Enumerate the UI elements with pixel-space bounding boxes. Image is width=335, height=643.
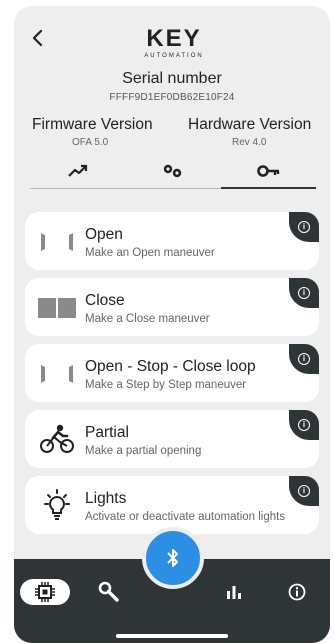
- lights-action-title: Lights: [85, 490, 127, 507]
- trend-up-icon: [67, 164, 87, 177]
- partial-action-subtitle: Make a partial opening: [85, 445, 202, 457]
- open-action-card[interactable]: Open Make an Open maneuver i: [25, 212, 319, 270]
- nav-statistics[interactable]: [222, 579, 246, 605]
- bluetooth-button[interactable]: [142, 527, 204, 589]
- serial-number-value: FFFF9D1EF0DB62E10F24: [109, 92, 235, 103]
- close-info-button[interactable]: i: [289, 278, 319, 308]
- open-gate-icon: [37, 224, 77, 258]
- open-info-button[interactable]: i: [289, 212, 319, 242]
- svg-text:AUTOMATION: AUTOMATION: [144, 53, 203, 59]
- step-info-button[interactable]: i: [289, 344, 319, 374]
- open-action-subtitle: Make an Open maneuver: [85, 247, 215, 259]
- gears-icon: [163, 164, 181, 178]
- home-indicator[interactable]: [116, 634, 228, 638]
- lights-action-subtitle: Activate or deactivate automation lights: [85, 511, 286, 523]
- hardware-version-label: Hardware Version: [188, 116, 312, 133]
- lights-info-button[interactable]: i: [289, 476, 319, 506]
- section-tabs: [30, 154, 316, 190]
- firmware-version-value: OFA 5.0: [72, 137, 109, 148]
- lights-action-card[interactable]: Lights Activate or deactivate automation…: [25, 476, 319, 534]
- tab-statistics[interactable]: [30, 154, 125, 188]
- nav-info[interactable]: [284, 579, 310, 605]
- info-icon: i: [298, 287, 310, 299]
- lightbulb-icon: [37, 488, 77, 522]
- key-automation-logo: KEY AUTOMATION: [134, 22, 214, 62]
- close-action-title: Close: [85, 292, 125, 309]
- partial-action-card[interactable]: Partial Make a partial opening i: [25, 410, 319, 468]
- nav-maintenance[interactable]: [92, 579, 126, 605]
- tab-settings[interactable]: [125, 154, 220, 188]
- close-action-subtitle: Make a Close maneuver: [85, 313, 210, 325]
- step-action-card[interactable]: Open - Stop - Close loop Make a Step by …: [25, 344, 319, 402]
- app-screen: KEY AUTOMATION Serial number FFFF9D1EF0D…: [14, 6, 330, 643]
- hardware-version-value: Rev 4.0: [232, 137, 267, 148]
- info-icon: i: [298, 419, 310, 431]
- open-action-title: Open: [85, 226, 123, 243]
- info-icon: i: [298, 353, 310, 365]
- cyclist-icon: [37, 422, 77, 456]
- tab-commands[interactable]: [221, 154, 316, 188]
- nav-device[interactable]: [20, 579, 70, 605]
- active-tab-indicator: [221, 187, 316, 189]
- key-icon: [256, 165, 279, 177]
- close-gate-icon: [37, 290, 77, 324]
- svg-text:KEY: KEY: [146, 25, 201, 52]
- info-icon: [288, 583, 306, 601]
- serial-number-label: Serial number: [122, 70, 222, 87]
- partial-action-title: Partial: [85, 424, 129, 441]
- step-gate-icon: [37, 356, 77, 390]
- info-icon: i: [298, 485, 310, 497]
- wrench-icon: [98, 581, 119, 602]
- partial-info-button[interactable]: i: [289, 410, 319, 440]
- info-icon: i: [298, 221, 310, 233]
- bluetooth-icon: [167, 549, 178, 567]
- bar-chart-icon: [227, 586, 241, 599]
- step-action-title: Open - Stop - Close loop: [85, 358, 256, 375]
- back-chevron-icon[interactable]: [28, 28, 48, 48]
- step-action-subtitle: Make a Step by Step maneuver: [85, 379, 247, 391]
- firmware-version-label: Firmware Version: [32, 116, 153, 133]
- close-action-card[interactable]: Close Make a Close maneuver i: [25, 278, 319, 336]
- chip-icon: [35, 582, 55, 602]
